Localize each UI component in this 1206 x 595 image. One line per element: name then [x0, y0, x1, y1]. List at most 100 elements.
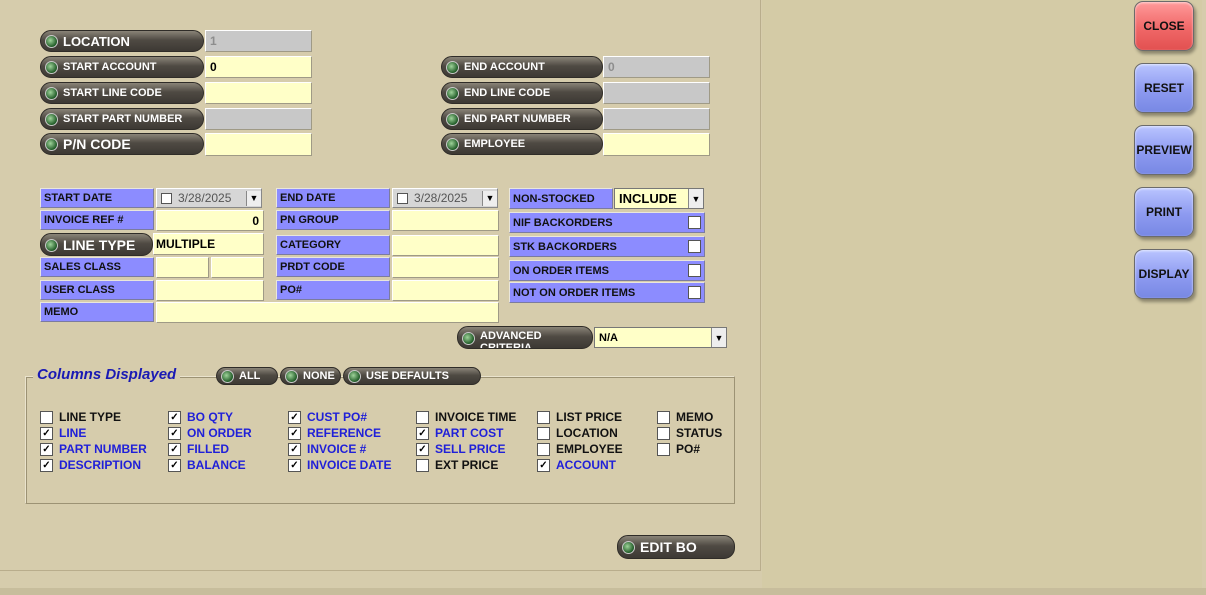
column-checkbox[interactable]: ✓: [288, 442, 301, 456]
advanced-criteria-select[interactable]: N/A ▼: [594, 327, 727, 348]
column-option[interactable]: ✓ LINE: [40, 425, 86, 441]
preview-button[interactable]: PREVIEW: [1134, 125, 1194, 175]
end-line-code-field[interactable]: [603, 82, 710, 104]
edit-bo-button[interactable]: EDIT BO: [617, 535, 735, 559]
column-checkbox[interactable]: [416, 410, 429, 424]
on-order-items-option[interactable]: ON ORDER ITEMS: [509, 260, 705, 281]
start-date-picker[interactable]: 3/28/2025 ▼: [156, 188, 262, 208]
column-checkbox[interactable]: ✓: [537, 458, 550, 472]
non-stocked-select[interactable]: INCLUDE ▼: [614, 188, 704, 209]
po-field[interactable]: [392, 280, 499, 301]
invoice-ref-field[interactable]: 0: [156, 210, 264, 231]
print-button[interactable]: PRINT: [1134, 187, 1194, 237]
end-date-checkbox[interactable]: [397, 192, 408, 204]
line-type-field[interactable]: MULTIPLE: [153, 233, 264, 255]
column-option[interactable]: ✓ BO QTY: [168, 409, 233, 425]
none-button[interactable]: NONE: [280, 367, 341, 385]
column-option[interactable]: ✓ DESCRIPTION: [40, 457, 141, 473]
prdt-code-field[interactable]: [392, 257, 499, 278]
chevron-down-icon[interactable]: ▼: [711, 328, 726, 347]
column-checkbox[interactable]: [657, 442, 670, 456]
column-option[interactable]: PO#: [657, 441, 700, 457]
column-option[interactable]: ✓ INVOICE DATE: [288, 457, 391, 473]
nif-backorders-option[interactable]: NIF BACKORDERS: [509, 212, 705, 233]
column-option[interactable]: ✓ BALANCE: [168, 457, 246, 473]
column-checkbox[interactable]: ✓: [40, 426, 53, 440]
stk-backorders-checkbox[interactable]: [688, 240, 701, 253]
column-checkbox[interactable]: ✓: [168, 426, 181, 440]
location-button[interactable]: LOCATION: [40, 30, 204, 52]
end-part-number-button[interactable]: END PART NUMBER: [441, 108, 603, 130]
reset-button[interactable]: RESET: [1134, 63, 1194, 113]
nif-backorders-checkbox[interactable]: [688, 216, 701, 229]
line-type-button[interactable]: LINE TYPE: [40, 233, 153, 256]
employee-button[interactable]: EMPLOYEE: [441, 133, 603, 155]
advanced-criteria-button[interactable]: ADVANCED CRITERIA: [457, 326, 593, 349]
on-order-items-checkbox[interactable]: [688, 264, 701, 277]
column-option[interactable]: ✓ ACCOUNT: [537, 457, 616, 473]
column-checkbox[interactable]: ✓: [168, 458, 181, 472]
end-line-code-button[interactable]: END LINE CODE: [441, 82, 603, 104]
pn-code-button[interactable]: P/N CODE: [40, 133, 204, 155]
column-option[interactable]: EMPLOYEE: [537, 441, 623, 457]
start-account-button[interactable]: START ACCOUNT: [40, 56, 204, 78]
end-date-picker[interactable]: 3/28/2025 ▼: [392, 188, 498, 208]
display-button[interactable]: DISPLAY: [1134, 249, 1194, 299]
start-part-number-field[interactable]: [205, 108, 312, 130]
column-option[interactable]: INVOICE TIME: [416, 409, 516, 425]
not-on-order-items-checkbox[interactable]: [688, 286, 701, 299]
memo-field[interactable]: [156, 302, 499, 323]
column-checkbox[interactable]: ✓: [168, 442, 181, 456]
stk-backorders-option[interactable]: STK BACKORDERS: [509, 236, 705, 257]
column-option[interactable]: ✓ PART NUMBER: [40, 441, 147, 457]
use-defaults-button[interactable]: USE DEFAULTS: [343, 367, 481, 385]
column-option[interactable]: EXT PRICE: [416, 457, 498, 473]
column-checkbox[interactable]: [40, 410, 53, 424]
not-on-order-items-option[interactable]: NOT ON ORDER ITEMS: [509, 282, 705, 303]
column-option[interactable]: ✓ FILLED: [168, 441, 229, 457]
end-account-button[interactable]: END ACCOUNT: [441, 56, 603, 78]
start-date-checkbox[interactable]: [161, 192, 172, 204]
column-option[interactable]: LIST PRICE: [537, 409, 622, 425]
column-checkbox[interactable]: [537, 426, 550, 440]
column-option[interactable]: LOCATION: [537, 425, 618, 441]
start-part-number-button[interactable]: START PART NUMBER: [40, 108, 204, 130]
user-class-field[interactable]: [156, 280, 264, 301]
chevron-down-icon[interactable]: ▼: [482, 190, 497, 206]
employee-field[interactable]: [603, 133, 710, 156]
start-line-code-field[interactable]: [205, 82, 312, 104]
column-option[interactable]: ✓ SELL PRICE: [416, 441, 505, 457]
column-checkbox[interactable]: ✓: [288, 458, 301, 472]
column-checkbox[interactable]: [537, 410, 550, 424]
start-line-code-button[interactable]: START LINE CODE: [40, 82, 204, 104]
column-checkbox[interactable]: ✓: [416, 426, 429, 440]
location-field[interactable]: 1: [205, 30, 312, 52]
chevron-down-icon[interactable]: ▼: [246, 190, 261, 206]
column-option[interactable]: ✓ REFERENCE: [288, 425, 381, 441]
start-account-field[interactable]: 0: [205, 56, 312, 78]
column-option[interactable]: ✓ PART COST: [416, 425, 503, 441]
pn-code-field[interactable]: [205, 133, 312, 156]
all-button[interactable]: ALL: [216, 367, 278, 385]
column-checkbox[interactable]: ✓: [288, 426, 301, 440]
column-option[interactable]: ✓ ON ORDER: [168, 425, 252, 441]
column-checkbox[interactable]: ✓: [288, 410, 301, 424]
sales-class-field-1[interactable]: [156, 257, 209, 278]
column-checkbox[interactable]: ✓: [416, 442, 429, 456]
column-option[interactable]: ✓ INVOICE #: [288, 441, 366, 457]
column-option[interactable]: MEMO: [657, 409, 713, 425]
column-checkbox[interactable]: ✓: [40, 442, 53, 456]
column-checkbox[interactable]: [537, 442, 550, 456]
column-checkbox[interactable]: [657, 426, 670, 440]
close-button[interactable]: CLOSE: [1134, 1, 1194, 51]
column-checkbox[interactable]: [657, 410, 670, 424]
column-option[interactable]: ✓ CUST PO#: [288, 409, 367, 425]
pn-group-field[interactable]: [392, 210, 499, 231]
column-checkbox[interactable]: ✓: [40, 458, 53, 472]
column-checkbox[interactable]: [416, 458, 429, 472]
chevron-down-icon[interactable]: ▼: [688, 189, 703, 208]
column-checkbox[interactable]: ✓: [168, 410, 181, 424]
column-option[interactable]: LINE TYPE: [40, 409, 121, 425]
end-part-number-field[interactable]: [603, 108, 710, 130]
category-field[interactable]: [392, 235, 499, 256]
